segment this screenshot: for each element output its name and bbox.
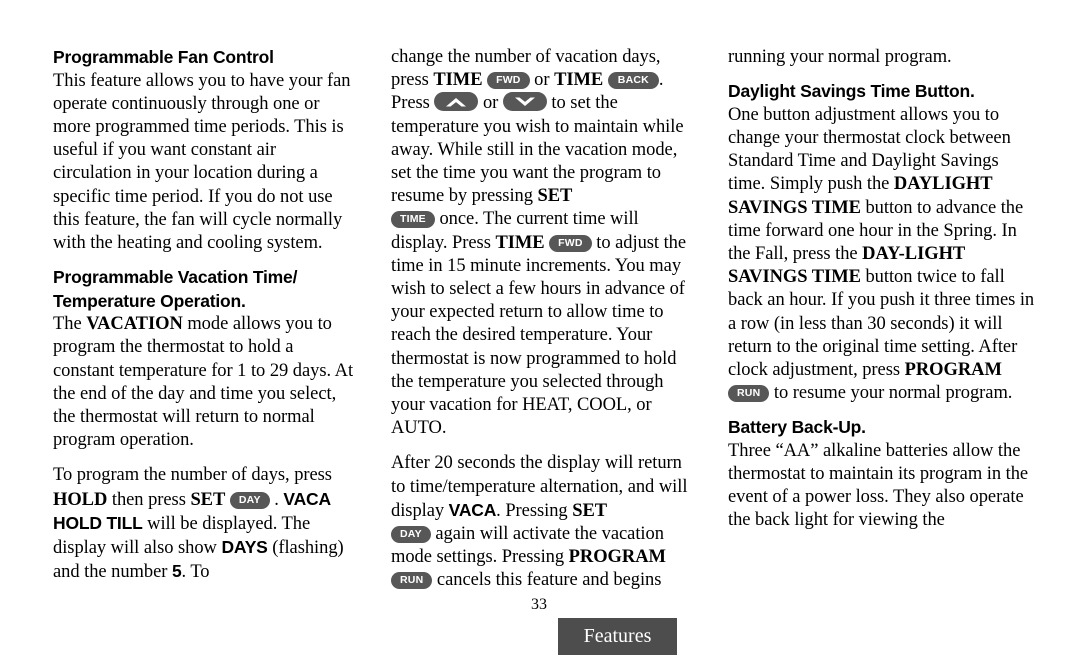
term-time: TIME [433, 70, 483, 91]
button-pill-back[interactable]: BACK [607, 72, 659, 90]
paragraph-daylight-savings: One button adjustment allows you to chan… [728, 104, 1040, 406]
text-fragment: to adjust the time in 15 minute incremen… [391, 232, 687, 439]
paragraph-fan-control: This feature allows you to have your fan… [53, 70, 351, 253]
button-pill-run-2[interactable]: RUN [728, 385, 770, 403]
text-fragment: or [478, 93, 503, 114]
button-pill-run[interactable]: RUN [391, 572, 433, 590]
heading-programmable-fan-control: Programmable Fan Control [53, 47, 274, 67]
page-number: 33 [531, 596, 547, 613]
text-fragment: . Pressing [496, 500, 573, 521]
chevron-up-icon[interactable] [434, 92, 479, 112]
term-set-2: SET [572, 500, 608, 521]
three-column-layout: Programmable Fan Control This feature al… [53, 46, 1035, 593]
heading-daylight-savings-time-button: Daylight Savings Time Button. [728, 81, 975, 102]
button-pill-day[interactable]: DAY [229, 491, 270, 509]
paragraph-vacation-mode: The VACATION mode allows you to program … [53, 313, 359, 452]
text-fragment: or [529, 70, 555, 91]
term-vaca: VACA [448, 499, 497, 520]
text-fragment: then press [107, 489, 191, 510]
text-fragment: mode allows you to program the thermosta… [53, 314, 354, 451]
heading-vacation-time-line1: Programmable Vacation Time/ [53, 267, 298, 288]
term-set: SET [537, 186, 573, 207]
manual-page: Programmable Fan Control This feature al… [0, 0, 1080, 655]
text-fragment: . To [181, 562, 210, 583]
paragraph-vacation-continued: change the number of vacation days, pres… [391, 46, 696, 440]
term-set: SET [190, 489, 226, 510]
text-fragment: To program the number of days, press [53, 465, 332, 486]
button-pill-fwd[interactable]: FWD [487, 72, 530, 90]
footer-section-tab: Features [558, 618, 677, 655]
text-fragment: . [269, 489, 284, 510]
paragraph-running-normal-program: running your normal program. [728, 47, 952, 67]
term-days: DAYS [221, 536, 268, 557]
text-fragment: The [53, 314, 87, 335]
term-time-2: TIME [554, 70, 604, 91]
term-program: PROGRAM [568, 547, 666, 568]
term-program-2: PROGRAM [904, 359, 1002, 380]
term-number-five: 5 [171, 561, 182, 582]
term-time-3: TIME [495, 232, 545, 253]
heading-vacation-time-line2: Temperature Operation. [53, 290, 246, 311]
column-right: running your normal program. Daylight Sa… [728, 46, 1040, 593]
text-fragment: cancels this feature and begins [432, 570, 662, 591]
chevron-down-icon[interactable] [502, 92, 547, 112]
footer-section-tab-label: Features [583, 625, 652, 647]
button-pill-fwd-2[interactable]: FWD [549, 234, 592, 252]
button-pill-day-2[interactable]: DAY [391, 526, 431, 544]
column-middle: change the number of vacation days, pres… [391, 46, 696, 593]
paragraph-battery-back-up: Three “AA” alkaline batteries allow the … [728, 440, 1029, 531]
button-pill-time[interactable]: TIME [391, 211, 435, 229]
term-vacation: VACATION [86, 314, 183, 335]
paragraph-after-20-seconds: After 20 seconds the display will return… [391, 452, 696, 592]
term-hold: HOLD [53, 489, 108, 510]
column-left: Programmable Fan Control This feature al… [53, 46, 359, 593]
heading-battery-back-up: Battery Back-Up. [728, 417, 866, 438]
paragraph-program-days: To program the number of days, press HOL… [53, 464, 359, 584]
text-fragment: to resume your normal program. [769, 383, 1013, 404]
